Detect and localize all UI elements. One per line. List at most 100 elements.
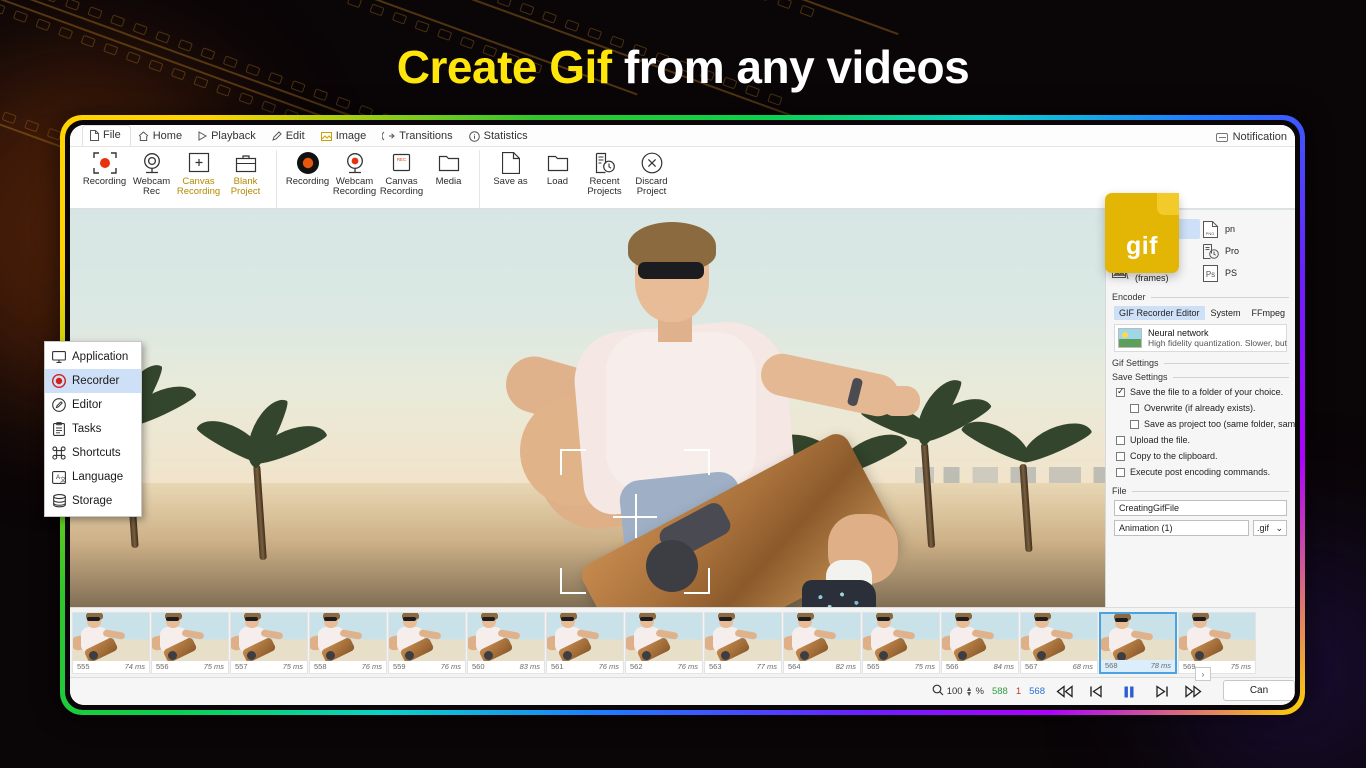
encoder-tab-ffmpeg[interactable]: FFmpeg [1247, 306, 1291, 320]
ribbon-discard-project-button[interactable]: Discard Project [628, 150, 675, 197]
timeline-frame[interactable]: 559 76 ms [388, 611, 466, 674]
last-frame-button[interactable] [1181, 682, 1205, 702]
encoder-tab-g[interactable]: G [1291, 306, 1295, 320]
menu-item-shortcuts[interactable]: Shortcuts [45, 441, 141, 465]
ribbon-recent-projects-button[interactable]: Recent Projects [581, 150, 628, 197]
menu-item-recorder[interactable]: Recorder [45, 369, 141, 393]
encoder-preset-subtitle: High fidelity quantization. Slower, but [1148, 338, 1287, 348]
png-file-icon: PNG [1200, 219, 1220, 239]
timeline-frame[interactable]: 556 75 ms [151, 611, 229, 674]
timeline-frame[interactable]: 567 68 ms [1020, 611, 1098, 674]
timeline-frame-selected[interactable]: 568 78 ms [1099, 611, 1177, 674]
record-frame-icon [92, 150, 117, 175]
ribbon-canvas-recording2-button[interactable]: REC Canvas Recording [378, 150, 425, 197]
timeline-frame[interactable]: 566 84 ms [941, 611, 1019, 674]
crop-handle-bottom-right[interactable] [684, 568, 710, 594]
menu-item-storage[interactable]: Storage [45, 489, 141, 513]
tab-transitions[interactable]: Transitions [375, 127, 461, 146]
rec-screen-icon: REC [391, 150, 412, 175]
tab-image[interactable]: Image [314, 127, 376, 146]
timeline-frame[interactable]: 558 76 ms [309, 611, 387, 674]
format-option-psd[interactable]: Ps PS [1200, 263, 1290, 283]
frame-thumbnail [705, 612, 781, 661]
checkbox-copy-clipboard[interactable]: Copy to the clipboard. [1116, 448, 1285, 464]
crop-selection-overlay[interactable] [560, 449, 710, 594]
psd-file-icon: Ps [1200, 263, 1220, 283]
file-path-input[interactable]: CreatingGifFile [1114, 500, 1287, 516]
ribbon-canvas-recording-button[interactable]: Canvas Recording [175, 150, 222, 197]
cancel-button[interactable]: Can [1223, 680, 1295, 701]
first-frame-button[interactable] [1053, 682, 1077, 702]
checkbox-overwrite-label: Overwrite (if already exists). [1144, 403, 1256, 413]
checkbox-save-as-project-too[interactable]: Save as project too (same folder, same f… [1130, 416, 1295, 432]
crop-handle-top-right[interactable] [684, 449, 710, 475]
timeline-frame[interactable]: 564 82 ms [783, 611, 861, 674]
tab-edit[interactable]: Edit [265, 127, 314, 146]
timeline-frame[interactable]: 560 83 ms [467, 611, 545, 674]
ribbon-webcam-recording-button[interactable]: Webcam Recording [331, 150, 378, 197]
timeline-frame[interactable]: 569 75 ms [1178, 611, 1256, 674]
zoom-stepper[interactable]: ▲ ▼ [966, 686, 973, 698]
menu-item-tasks[interactable]: Tasks [45, 417, 141, 441]
frame-timeline[interactable]: 555 74 ms 556 75 ms 557 75 ms 558 76 ms 559 7… [70, 607, 1295, 677]
database-icon [52, 494, 66, 508]
encoder-tab-system[interactable]: System [1206, 306, 1246, 320]
tab-file[interactable]: File [82, 125, 131, 146]
checkbox-save-as-project-too-label: Save as project too (same folder, same f… [1144, 419, 1295, 429]
tab-playback[interactable]: Playback [191, 127, 265, 146]
checkbox-save-to-folder[interactable]: Save the file to a folder of your choice… [1116, 384, 1285, 400]
crop-handle-bottom-left[interactable] [560, 568, 586, 594]
menu-item-editor[interactable]: Editor [45, 393, 141, 417]
menu-item-language[interactable]: A文 Language [45, 465, 141, 489]
format-option-png-label: pn [1225, 224, 1236, 234]
checkbox-post-encoding-commands[interactable]: Execute post encoding commands. [1116, 464, 1285, 480]
frame-thumbnail [468, 612, 544, 661]
format-option-project[interactable]: Pro [1200, 241, 1290, 261]
timeline-frame[interactable]: 565 75 ms [862, 611, 940, 674]
panel-scroll-up-button[interactable]: › [1195, 667, 1211, 681]
previous-frame-button[interactable] [1085, 682, 1109, 702]
frame-thumbnail [547, 612, 623, 661]
tab-home[interactable]: Home [131, 127, 191, 146]
timeline-frame[interactable]: 557 75 ms [230, 611, 308, 674]
gif-settings-title: Gif Settings [1112, 358, 1289, 368]
zoom-control[interactable]: 100 ▲ ▼ % [932, 684, 984, 699]
ribbon-blank-project-button[interactable]: Blank Project [222, 150, 269, 197]
ribbon-save-as-label: Save as [493, 176, 528, 187]
encoder-preset-neural-network[interactable]: Neural network High fidelity quantizatio… [1114, 324, 1287, 352]
checkbox-overwrite[interactable]: Overwrite (if already exists). [1130, 400, 1285, 416]
timeline-frame[interactable]: 563 77 ms [704, 611, 782, 674]
percent-symbol: % [975, 686, 984, 697]
encoder-tab-gif-recorder-editor[interactable]: GIF Recorder Editor [1114, 306, 1205, 320]
tab-statistics[interactable]: Statistics [462, 127, 537, 146]
notification-label: Notification [1232, 131, 1287, 143]
save-options-list: Save the file to a folder of your choice… [1106, 382, 1295, 480]
ribbon-recording-new-button[interactable]: Recording [81, 150, 128, 187]
checkbox-upload-file[interactable]: Upload the file. [1116, 432, 1285, 448]
frame-thumbnail [1101, 613, 1175, 660]
timeline-frame[interactable]: 555 74 ms [72, 611, 150, 674]
command-icon [52, 446, 66, 460]
notification-toggle[interactable]: Notification [1215, 131, 1287, 143]
frame-duration: 84 ms [993, 662, 1014, 671]
next-frame-button[interactable] [1149, 682, 1173, 702]
file-name-input[interactable]: Animation (1) [1114, 520, 1249, 536]
format-option-png[interactable]: PNG pn [1200, 219, 1290, 239]
timeline-frame[interactable]: 561 76 ms [546, 611, 624, 674]
crop-handle-top-left[interactable] [560, 449, 586, 475]
ribbon-load-button[interactable]: Load [534, 150, 581, 187]
menu-item-application-label: Application [72, 351, 129, 363]
frame-index: 556 [156, 662, 169, 671]
ribbon-save-as-button[interactable]: Save as [487, 150, 534, 187]
file-extension-select[interactable]: .gif ⌄ [1253, 520, 1287, 536]
pause-button[interactable] [1117, 682, 1141, 702]
project-icon [1200, 241, 1220, 261]
settings-context-menu[interactable]: Application Recorder Editor Tasks Shortc… [44, 341, 142, 517]
ribbon-recording-button[interactable]: Recording [284, 150, 331, 187]
timeline-frame[interactable]: 562 76 ms [625, 611, 703, 674]
frame-index: 561 [551, 662, 564, 671]
menu-item-application[interactable]: Application [45, 345, 141, 369]
ribbon-webcam-rec-button[interactable]: Webcam Rec [128, 150, 175, 197]
folder-open-icon [547, 150, 569, 175]
ribbon-media-button[interactable]: Media [425, 150, 472, 187]
